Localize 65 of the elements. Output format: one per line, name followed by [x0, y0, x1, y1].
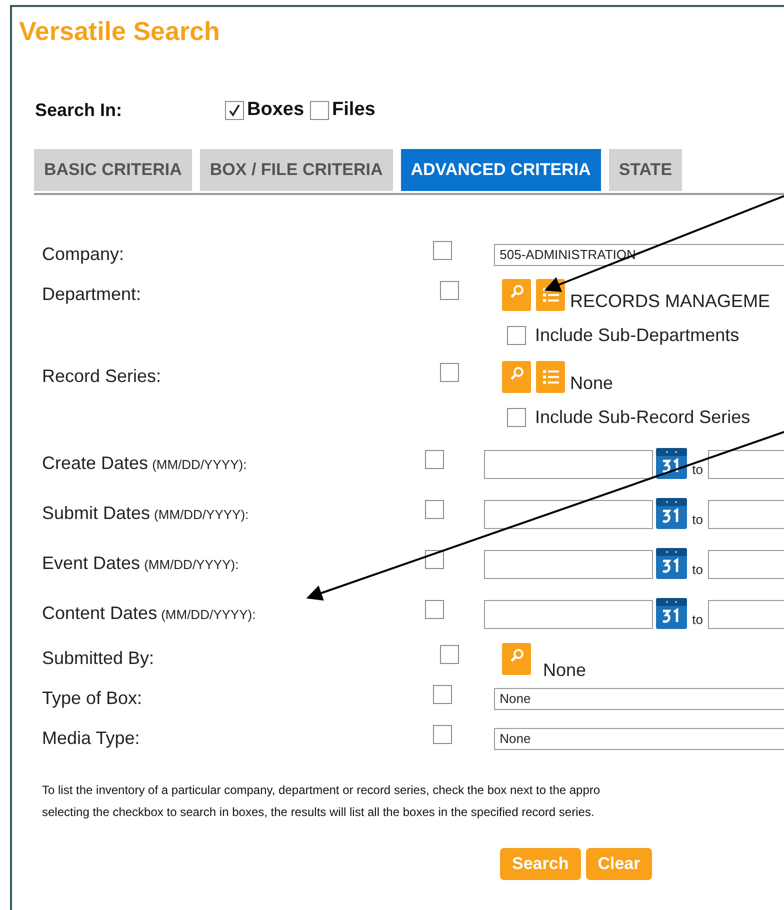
- tab[interactable]: BOX / FILE CRITERIA: [200, 148, 393, 190]
- date-field[interactable]: [708, 500, 784, 529]
- field-label: Submitted By:: [42, 647, 154, 670]
- checkbox[interactable]: [432, 685, 452, 704]
- field-label: Event Dates: [42, 552, 140, 575]
- tab[interactable]: STATE: [608, 148, 682, 190]
- select-field[interactable]: None: [494, 728, 784, 750]
- date-field[interactable]: [484, 500, 654, 529]
- select-field[interactable]: 505-ADMINISTRATION: [494, 244, 784, 266]
- help-text: selecting the checkbox to search in boxes, the results will list all the boxes in the specified record series.: [42, 804, 596, 820]
- date-field[interactable]: [484, 600, 654, 629]
- help-text: To list the inventory of a particular company, department or record series, check the box next to the appro: [42, 782, 602, 798]
- to-label: to: [692, 610, 703, 628]
- tab[interactable]: BASIC CRITERIA: [34, 148, 192, 190]
- field-label: Media Type:: [42, 727, 140, 750]
- calendar-icon[interactable]: [656, 498, 688, 529]
- option-label: Files: [332, 98, 376, 122]
- date-field[interactable]: [484, 450, 654, 479]
- selected-value: None: [543, 660, 586, 678]
- date-format-hint: (MM/DD/YYYY):: [161, 606, 256, 624]
- select-field[interactable]: None: [494, 688, 784, 710]
- field-label: Record Series:: [42, 365, 162, 388]
- checkbox[interactable]: [440, 645, 459, 664]
- checkbox[interactable]: [507, 408, 526, 427]
- checkbox[interactable]: [432, 725, 452, 744]
- search-icon[interactable]: [502, 278, 531, 310]
- calendar-icon[interactable]: [656, 548, 688, 579]
- field-label: Type of Box:: [42, 687, 142, 710]
- search-icon[interactable]: [502, 642, 531, 674]
- option-label: Include Sub-Departments: [535, 324, 740, 347]
- checkbox[interactable]: [440, 363, 459, 382]
- calendar-icon[interactable]: [656, 448, 688, 479]
- tab[interactable]: ADVANCED CRITERIA: [400, 148, 601, 190]
- date-field[interactable]: [708, 600, 784, 629]
- option-label: Include Sub-Record Series: [535, 406, 750, 429]
- selected-value: None: [570, 374, 614, 392]
- checkbox[interactable]: [432, 241, 452, 260]
- checkbox[interactable]: [440, 281, 459, 300]
- date-format-hint: (MM/DD/YYYY):: [144, 556, 239, 574]
- date-field[interactable]: [484, 550, 654, 579]
- checkbox[interactable]: [424, 500, 444, 519]
- search-icon[interactable]: [502, 360, 531, 392]
- date-format-hint: (MM/DD/YYYY):: [152, 456, 247, 474]
- to-label: to: [692, 510, 703, 528]
- search-in-label: Search In:: [35, 98, 124, 122]
- selected-value: RECORDS MANAGEME: [570, 292, 770, 310]
- field-label: Department:: [42, 283, 142, 306]
- calendar-icon[interactable]: [656, 598, 688, 629]
- checkbox[interactable]: [310, 100, 330, 120]
- checkbox[interactable]: [507, 326, 526, 345]
- option-label: Boxes: [247, 98, 304, 122]
- field-label: Company:: [42, 243, 124, 266]
- date-field[interactable]: [708, 550, 784, 579]
- checkbox[interactable]: [424, 600, 444, 619]
- checkmark-icon: [228, 104, 241, 117]
- page-title: Versatile Search: [19, 18, 221, 44]
- checkbox[interactable]: [225, 100, 244, 120]
- field-label: Create Dates: [42, 452, 148, 475]
- field-label: Content Dates: [42, 602, 158, 625]
- to-label: to: [692, 460, 703, 478]
- date-format-hint: (MM/DD/YYYY):: [154, 506, 249, 524]
- field-label: Submit Dates: [42, 502, 150, 525]
- checkbox[interactable]: [424, 450, 444, 469]
- to-label: to: [692, 560, 703, 578]
- date-field[interactable]: [708, 450, 784, 479]
